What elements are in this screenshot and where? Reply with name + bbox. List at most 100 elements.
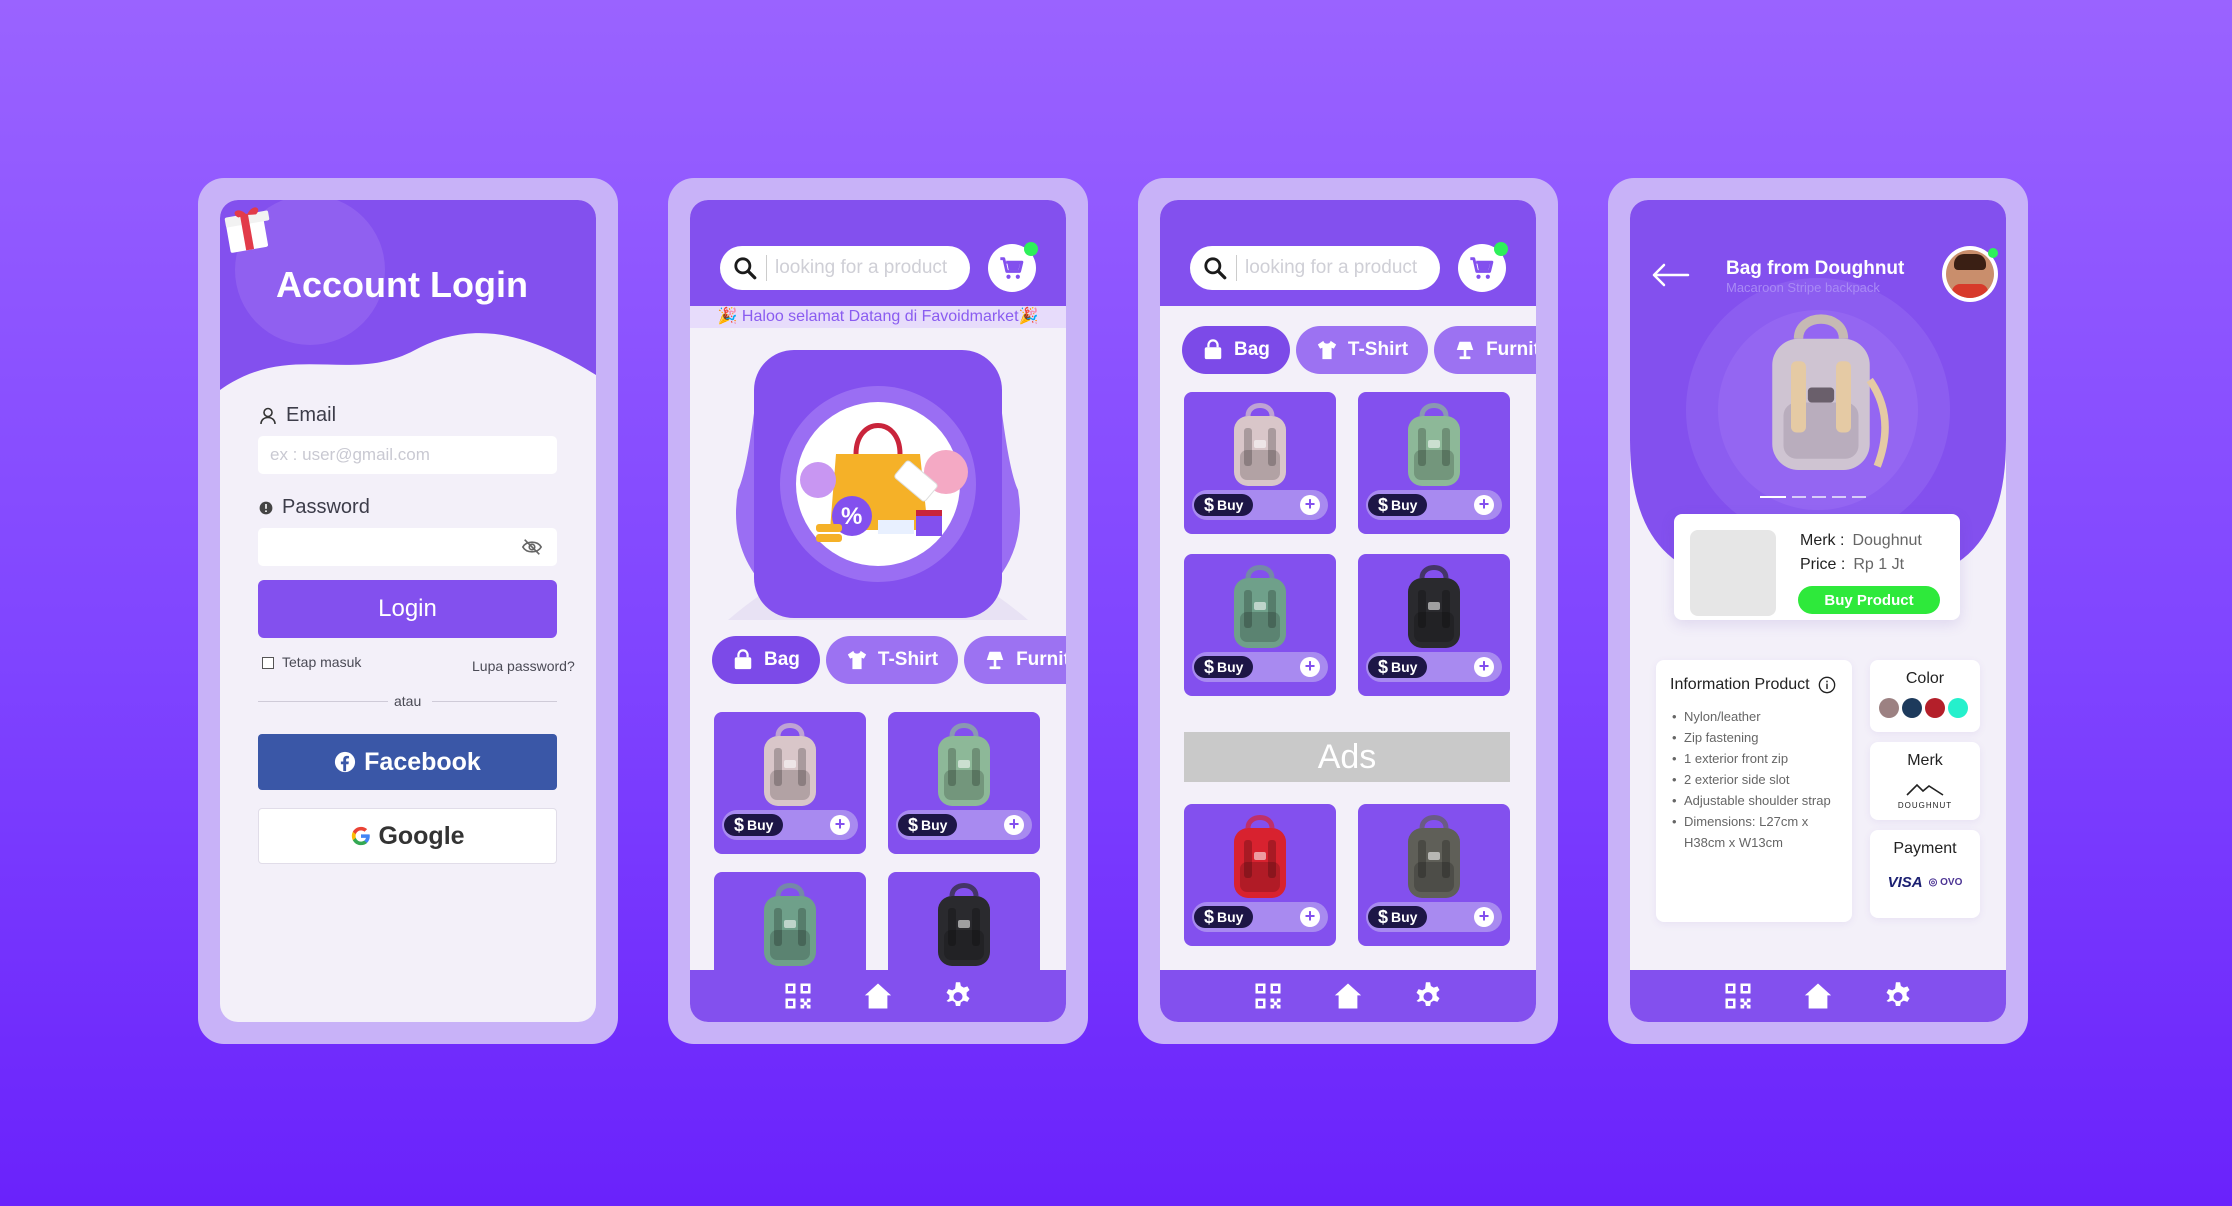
facebook-label: Facebook bbox=[364, 747, 481, 776]
merk-value: Doughnut bbox=[1852, 532, 1922, 549]
email-field[interactable]: ex : user@gmail.com bbox=[258, 436, 557, 474]
tshirt-icon bbox=[846, 649, 868, 671]
list-phone: looking for a product Bag T-Shirt Furnit… bbox=[1138, 178, 1558, 1044]
product-card[interactable]: $ Buy + bbox=[1358, 554, 1510, 696]
color-title: Color bbox=[1905, 670, 1945, 687]
buy-button[interactable]: $ Buy bbox=[1368, 656, 1428, 678]
buy-button[interactable]: $ Buy bbox=[1368, 494, 1428, 516]
avatar[interactable] bbox=[1942, 246, 1998, 302]
app-header: looking for a product bbox=[690, 200, 1066, 306]
home-icon[interactable] bbox=[1803, 981, 1833, 1011]
ads-banner[interactable]: Ads bbox=[1184, 732, 1510, 782]
spec-item: Dimensions: L27cm x H38cm x W13cm bbox=[1670, 811, 1838, 853]
qr-code-icon[interactable] bbox=[783, 981, 813, 1011]
buy-button[interactable]: $ Buy bbox=[1194, 494, 1254, 516]
category-tshirt[interactable]: T-Shirt bbox=[825, 636, 959, 684]
add-icon[interactable]: + bbox=[1474, 657, 1494, 677]
spec-item: 2 exterior side slot bbox=[1670, 769, 1838, 790]
add-icon[interactable]: + bbox=[1300, 657, 1320, 677]
search-separator bbox=[1236, 255, 1237, 281]
add-icon[interactable]: + bbox=[1474, 495, 1494, 515]
search-icon bbox=[732, 255, 758, 281]
login-button[interactable]: Login bbox=[258, 580, 557, 638]
buy-button[interactable]: $ Buy bbox=[898, 814, 958, 836]
gear-icon[interactable] bbox=[943, 981, 973, 1011]
search-bar[interactable]: looking for a product bbox=[1190, 246, 1440, 290]
qr-code-icon[interactable] bbox=[1253, 981, 1283, 1011]
color-swatch[interactable] bbox=[1902, 698, 1922, 718]
home-phone: looking for a product 🎉 Haloo selamat Da… bbox=[668, 178, 1088, 1044]
online-dot bbox=[1988, 248, 1998, 258]
email-label-row: Email bbox=[258, 404, 336, 427]
buy-label: Buy bbox=[921, 817, 948, 833]
google-label: Google bbox=[378, 821, 465, 850]
buy-product-button[interactable]: Buy Product bbox=[1798, 586, 1940, 614]
gear-icon[interactable] bbox=[1883, 981, 1913, 1011]
info-icon[interactable] bbox=[1818, 676, 1836, 694]
gear-icon[interactable] bbox=[1413, 981, 1443, 1011]
product-card[interactable]: $ Buy + bbox=[1358, 392, 1510, 534]
home-icon[interactable] bbox=[863, 981, 893, 1011]
avatar-photo bbox=[1946, 250, 1994, 298]
color-swatch[interactable] bbox=[1925, 698, 1945, 718]
back-arrow-icon[interactable] bbox=[1650, 260, 1690, 290]
cart-button[interactable] bbox=[988, 242, 1038, 292]
category-furniture[interactable]: Furniture bbox=[1434, 326, 1536, 374]
add-icon[interactable]: + bbox=[830, 815, 850, 835]
add-icon[interactable]: + bbox=[1474, 907, 1494, 927]
color-swatch[interactable] bbox=[1948, 698, 1968, 718]
buy-button[interactable]: $ Buy bbox=[1194, 656, 1254, 678]
cart-button[interactable] bbox=[1458, 242, 1508, 292]
ovo-logo: ◎ OVO bbox=[1928, 877, 1963, 888]
qr-code-icon[interactable] bbox=[1723, 981, 1753, 1011]
product-card[interactable]: $ Buy + bbox=[714, 712, 866, 854]
search-separator bbox=[766, 255, 767, 281]
add-icon[interactable]: + bbox=[1300, 907, 1320, 927]
backpack-image bbox=[924, 878, 1004, 974]
email-placeholder: ex : user@gmail.com bbox=[270, 445, 430, 464]
home-icon[interactable] bbox=[1333, 981, 1363, 1011]
backpack-image bbox=[750, 718, 830, 814]
welcome-banner: 🎉 Haloo selamat Datang di Favoidmarket🎉 bbox=[690, 306, 1066, 328]
category-chips: Bag T-Shirt Furniture bbox=[1182, 326, 1536, 374]
facebook-icon bbox=[335, 751, 356, 773]
bag-icon bbox=[732, 649, 754, 671]
remember-checkbox[interactable] bbox=[262, 657, 274, 669]
payment-methods: VISA ◎ OVO bbox=[1870, 874, 1980, 891]
forgot-password-link[interactable]: Lupa password? bbox=[472, 658, 575, 674]
spec-item: 1 exterior front zip bbox=[1670, 748, 1838, 769]
google-button[interactable]: Google bbox=[258, 808, 557, 864]
category-label: Furniture bbox=[1016, 649, 1066, 670]
category-bag[interactable]: Bag bbox=[712, 636, 820, 684]
buy-label: Buy bbox=[1391, 659, 1418, 675]
product-card[interactable]: $ Buy + bbox=[888, 712, 1040, 854]
product-subtitle: Macaroon Stripe backpack bbox=[1726, 280, 1880, 295]
merk-row: Merk : Doughnut bbox=[1800, 532, 1922, 550]
color-swatch[interactable] bbox=[1879, 698, 1899, 718]
ovo-text: OVO bbox=[1940, 877, 1963, 888]
product-card[interactable]: $ Buy + bbox=[1358, 804, 1510, 946]
backpack-image bbox=[750, 878, 830, 974]
remember-label: Tetap masuk bbox=[282, 654, 362, 670]
detail-screen: Bag from Doughnut Macaroon Stripe backpa… bbox=[1630, 200, 2006, 1022]
cart-icon bbox=[1468, 254, 1496, 282]
category-tshirt[interactable]: T-Shirt bbox=[1295, 326, 1429, 374]
category-bag[interactable]: Bag bbox=[1182, 326, 1290, 374]
product-card[interactable]: $ Buy + bbox=[1184, 392, 1336, 534]
google-icon bbox=[352, 826, 371, 846]
eye-off-icon[interactable] bbox=[521, 537, 543, 557]
buy-label: Buy bbox=[1217, 497, 1244, 513]
add-icon[interactable]: + bbox=[1300, 495, 1320, 515]
search-bar[interactable]: looking for a product bbox=[720, 246, 970, 290]
password-field[interactable] bbox=[258, 528, 557, 566]
category-furniture[interactable]: Furniture bbox=[964, 636, 1066, 684]
add-icon[interactable]: + bbox=[1004, 815, 1024, 835]
notification-dot bbox=[1024, 242, 1038, 256]
product-card[interactable]: $ Buy + bbox=[1184, 804, 1336, 946]
facebook-button[interactable]: Facebook bbox=[258, 734, 557, 790]
buy-button[interactable]: $ Buy bbox=[1368, 906, 1428, 928]
product-card[interactable]: $ Buy + bbox=[1184, 554, 1336, 696]
buy-button[interactable]: $ Buy bbox=[1194, 906, 1254, 928]
buy-button[interactable]: $ Buy bbox=[724, 814, 784, 836]
email-label: Email bbox=[286, 404, 337, 426]
